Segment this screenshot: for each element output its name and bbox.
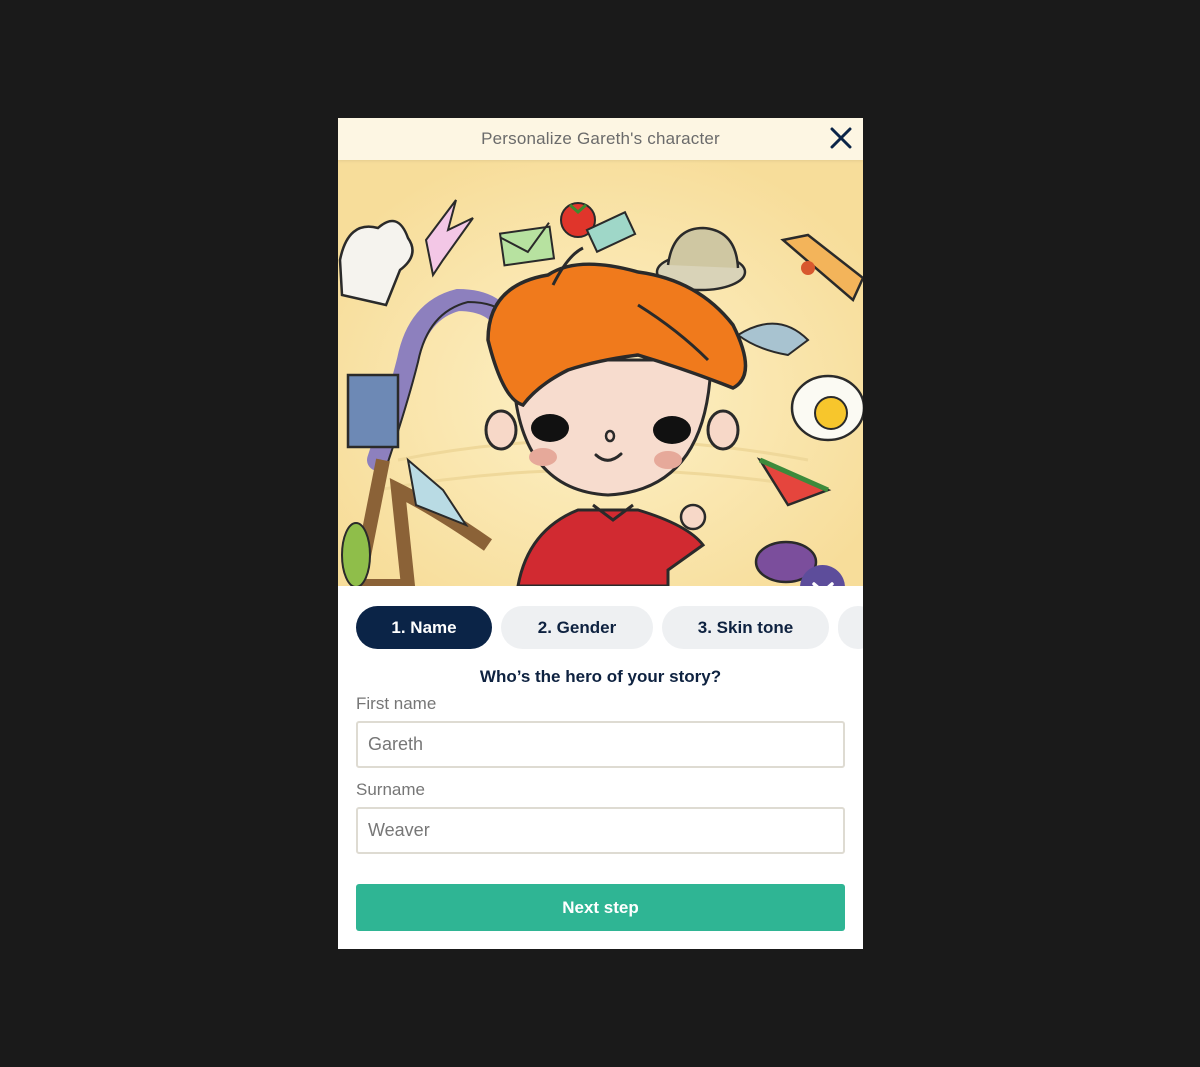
form-question: Who’s the hero of your story? — [479, 667, 722, 686]
tab-name[interactable]: 1. Name — [356, 606, 492, 649]
personalize-modal: Personalize Gareth's character 1. Name 2… — [338, 118, 863, 949]
tab-skin-tone[interactable]: 3. Skin tone — [662, 606, 829, 649]
close-button[interactable] — [827, 124, 855, 152]
modal-title: Personalize Gareth's character — [481, 129, 720, 148]
first-name-label: First name — [356, 694, 437, 713]
first-name-input[interactable] — [356, 721, 845, 768]
step-tabs: 1. Name 2. Gender 3. Skin tone — [356, 606, 863, 649]
chevron-down-icon — [811, 581, 834, 586]
modal-header: Personalize Gareth's character — [338, 118, 863, 160]
next-step-button[interactable]: Next step — [356, 884, 845, 931]
close-icon — [830, 127, 852, 149]
tab-label: 2. Gender — [537, 617, 617, 637]
character-illustration — [338, 160, 863, 586]
surname-label: Surname — [356, 780, 425, 799]
tab-next-partial[interactable] — [838, 606, 863, 649]
tab-label: 3. Skin tone — [697, 617, 794, 637]
tab-label: 1. Name — [391, 617, 457, 637]
tab-gender[interactable]: 2. Gender — [501, 606, 653, 649]
surname-input[interactable] — [356, 807, 845, 854]
